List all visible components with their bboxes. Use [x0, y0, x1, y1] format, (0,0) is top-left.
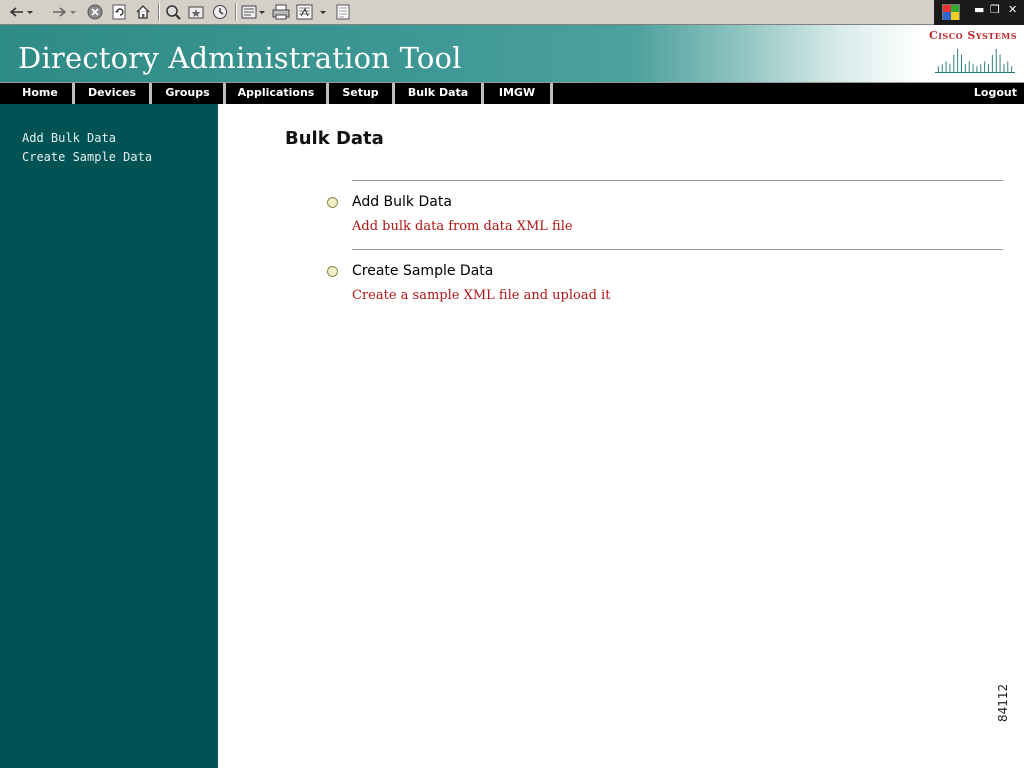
figure-number: 84112: [996, 683, 1010, 722]
sidebar-item-create-sample-data[interactable]: Create Sample Data: [22, 150, 152, 164]
close-icon[interactable]: ✕: [1008, 3, 1017, 16]
window-controls: ▬ ❐ ✕: [934, 0, 1024, 25]
windows-logo-icon: [942, 4, 960, 20]
option-title-add-bulk-data[interactable]: Add Bulk Data: [352, 194, 452, 210]
cisco-logo: Cisco Systems: [929, 29, 1017, 75]
print-icon[interactable]: [271, 3, 291, 21]
main-nav: Home Devices Groups Applications Setup B…: [0, 82, 1024, 104]
divider: [352, 249, 1003, 250]
logout-link[interactable]: Logout: [974, 83, 1017, 104]
nav-item-setup[interactable]: Setup: [329, 83, 395, 104]
favorites-icon[interactable]: [187, 3, 205, 21]
nav-item-devices[interactable]: Devices: [75, 83, 152, 104]
nav-item-bulk-data[interactable]: Bulk Data: [395, 83, 484, 104]
refresh-icon[interactable]: [110, 3, 128, 21]
nav-item-groups[interactable]: Groups: [152, 83, 226, 104]
nav-item-home[interactable]: Home: [8, 83, 75, 104]
sidebar-item-add-bulk-data[interactable]: Add Bulk Data: [22, 131, 116, 145]
restore-icon[interactable]: ❐: [990, 3, 1000, 16]
divider: [352, 180, 1003, 181]
back-icon[interactable]: [4, 3, 34, 21]
nav-item-imgw[interactable]: IMGW: [484, 83, 553, 104]
toolbar-separator: [235, 3, 237, 21]
option-description: Add bulk data from data XML file: [352, 219, 573, 234]
bullet-icon: [327, 266, 338, 277]
app-title: Directory Administration Tool: [18, 41, 462, 75]
forward-icon[interactable]: [46, 3, 80, 21]
sidebar: Add Bulk Data Create Sample Data: [0, 104, 218, 768]
nav-item-applications[interactable]: Applications: [226, 83, 329, 104]
search-icon[interactable]: [164, 3, 182, 21]
bullet-icon: [327, 197, 338, 208]
minimize-icon[interactable]: ▬: [974, 3, 984, 16]
option-description: Create a sample XML file and upload it: [352, 288, 611, 303]
history-icon[interactable]: [211, 3, 229, 21]
page-title: Bulk Data: [285, 128, 384, 149]
browser-toolbar: ▬ ❐ ✕: [0, 0, 1024, 25]
logo-text: Cisco Systems: [928, 29, 1017, 42]
edit-icon[interactable]: [296, 3, 330, 21]
stop-icon[interactable]: [86, 3, 104, 21]
logo-bars-icon: [935, 48, 1015, 73]
header-banner: Directory Administration Tool Cisco Syst…: [0, 25, 1024, 82]
discuss-icon[interactable]: [334, 3, 352, 21]
mail-icon[interactable]: [241, 3, 267, 21]
home-icon[interactable]: [134, 3, 152, 21]
option-title-create-sample-data[interactable]: Create Sample Data: [352, 263, 493, 279]
toolbar-separator: [158, 3, 160, 21]
